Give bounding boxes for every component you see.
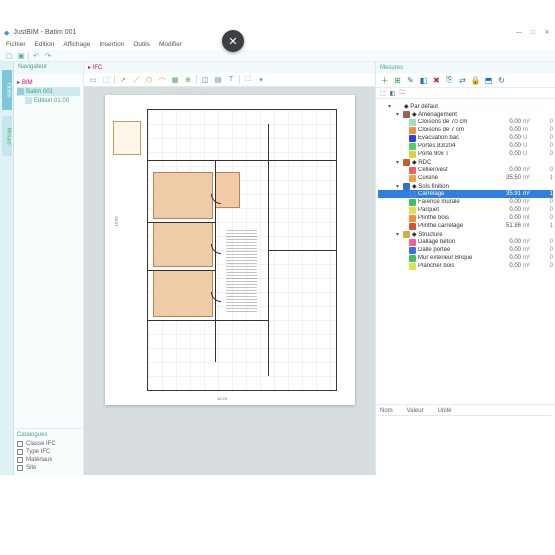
menubar: Fichier Edition Affichage Insertion Outi…: [0, 39, 555, 50]
canvas-viewport[interactable]: 10.90 12.70: [84, 87, 375, 475]
results-toolbar: ＋ ⊞ ✎ ◧ ✖ ⎘ ⇄ 🔒 ⬒ ↻: [376, 73, 555, 88]
tree-row[interactable]: Cloisons de 7 cm0.00m0: [378, 126, 553, 134]
overlay-close-button[interactable]: ✕: [222, 30, 244, 52]
tree-row[interactable]: Dallage béton0.00m²0: [378, 238, 553, 246]
tree-row[interactable]: Faïence murale0.00m²0: [378, 198, 553, 206]
catalog-row[interactable]: Matériaux: [17, 456, 80, 464]
tool-pan-icon[interactable]: ⬚: [101, 75, 111, 85]
tree-row[interactable]: Plancher bois0.00m²0: [378, 262, 553, 270]
rtool-addfolder-icon[interactable]: ⊞: [392, 75, 403, 86]
tree-row[interactable]: ▾◆ Sols finition: [378, 182, 553, 190]
minimize-button[interactable]: —: [515, 29, 523, 37]
tool-text-icon[interactable]: T: [226, 75, 236, 85]
catalog-row[interactable]: Type IFC: [17, 448, 80, 456]
tool-new-icon[interactable]: ▢: [4, 51, 14, 61]
catalog-row[interactable]: Classe IFC: [17, 440, 80, 448]
tree-row[interactable]: Cellier/vest0.00m²0: [378, 166, 553, 174]
tree-row[interactable]: ▾◆ Structure: [378, 230, 553, 238]
sidetab-mesure[interactable]: Mesure: [2, 116, 12, 156]
navigator-panel: Navigateur ▸ BIM Batim 001 Edition 01.00…: [14, 62, 84, 475]
tree-row[interactable]: ▾◆ Par défaut: [378, 102, 553, 110]
results-title: Mesures: [380, 65, 403, 71]
tool-dropdown-icon[interactable]: ▾: [256, 75, 266, 85]
drawing-toolbar: ▭ ⬚ ↗ ／ ⬡ ◠ ▦ ⊕ ◫ ▤ T ⛶ ▾: [84, 73, 375, 87]
doc-tab[interactable]: ▸ IFC: [88, 64, 102, 71]
tool-line-icon[interactable]: ／: [131, 75, 141, 85]
maximize-button[interactable]: □: [529, 29, 537, 37]
tool-poly-icon[interactable]: ⬡: [144, 75, 154, 85]
plan-legend: [113, 121, 141, 155]
rtab-1[interactable]: ⬚: [380, 90, 386, 97]
properties-panel: Nom Valeur Unité: [376, 405, 555, 475]
nav-item-edition[interactable]: Edition 01.00: [17, 96, 80, 105]
navigator-title: Navigateur: [14, 62, 83, 74]
tree-row[interactable]: Porte 90x T0.00U0: [378, 150, 553, 158]
menu-edition[interactable]: Edition: [35, 41, 55, 48]
tool-undo-icon[interactable]: ↶: [31, 51, 41, 61]
side-tabstrip: Objets Mesure: [0, 62, 14, 475]
tree-row[interactable]: Dalle portée0.00m²0: [378, 246, 553, 254]
titlebar: ◆ JustBIM - Batim 001 — □ ✕: [0, 26, 555, 39]
menu-outils[interactable]: Outils: [133, 41, 150, 48]
tree-row[interactable]: Cloisons de 70 cm0.00m²0: [378, 118, 553, 126]
sidetab-objets[interactable]: Objets: [2, 70, 12, 110]
tree-row[interactable]: Plinthe bois0.00ml0: [378, 214, 553, 222]
drawing-area: ▸ IFC ▭ ⬚ ↗ ／ ⬡ ◠ ▦ ⊕ ◫ ▤ T ⛶ ▾: [84, 62, 375, 475]
application-window: ◆ JustBIM - Batim 001 — □ ✕ Fichier Edit…: [0, 26, 555, 475]
tree-row[interactable]: Evacuation bac0.00U0: [378, 134, 553, 142]
results-panel: Mesures ＋ ⊞ ✎ ◧ ✖ ⎘ ⇄ 🔒 ⬒ ↻ ⬚ ◧ 🗀 ▾◆ Par…: [375, 62, 555, 475]
menu-insertion[interactable]: Insertion: [99, 41, 124, 48]
tool-redo-icon[interactable]: ↷: [43, 51, 53, 61]
catalogues-panel: Catalogues Classe IFC Type IFC Matériaux…: [14, 428, 83, 475]
rtool-refresh-icon[interactable]: ↻: [496, 75, 507, 86]
rtab-2[interactable]: ◧: [390, 90, 396, 97]
rtool-export-icon[interactable]: ⬒: [483, 75, 494, 86]
tree-row[interactable]: Cuisine35.50m²1: [378, 174, 553, 182]
rtool-copy-icon[interactable]: ⎘: [444, 75, 455, 86]
tree-row[interactable]: Parquet0.00m²0: [378, 206, 553, 214]
floorplan-page: 10.90 12.70: [105, 95, 355, 405]
rtool-lock-icon[interactable]: 🔒: [470, 75, 481, 86]
tree-row[interactable]: Mur extérieur Brique0.00m²0: [378, 254, 553, 262]
tool-count-icon[interactable]: ⊕: [183, 75, 193, 85]
app-icon: ◆: [4, 29, 9, 37]
window-title: JustBIM - Batim 001: [13, 29, 76, 36]
catalog-row[interactable]: Site: [17, 464, 80, 472]
close-button[interactable]: ✕: [543, 29, 551, 37]
rtool-add-icon[interactable]: ＋: [379, 75, 390, 86]
menu-modifier[interactable]: Modifier: [159, 41, 182, 48]
tool-measure-icon[interactable]: ↗: [118, 75, 128, 85]
tool-zoomfit-icon[interactable]: ⛶: [243, 75, 253, 85]
rtool-delete-icon[interactable]: ✖: [431, 75, 442, 86]
nav-item-project[interactable]: Batim 001: [17, 87, 80, 96]
tool-arc-icon[interactable]: ◠: [157, 75, 167, 85]
tool-select-icon[interactable]: ▭: [88, 75, 98, 85]
nav-tab-bim[interactable]: ▸ BIM: [17, 78, 80, 87]
main-toolbar: ▢ ▣ ↶ ↷: [0, 50, 555, 62]
rtab-3[interactable]: 🗀: [399, 88, 405, 98]
tool-layer-icon[interactable]: ◫: [200, 75, 210, 85]
tree-row[interactable]: ▾◆ RDC: [378, 158, 553, 166]
tool-open-icon[interactable]: ▣: [16, 51, 26, 61]
menu-fichier[interactable]: Fichier: [6, 41, 26, 48]
tool-grid-icon[interactable]: ▤: [213, 75, 223, 85]
results-tree: ▾◆ Par défaut▾◆ AménagementCloisons de 7…: [376, 99, 555, 405]
tree-row[interactable]: ▾◆ Aménagement: [378, 110, 553, 118]
rtool-color-icon[interactable]: ◧: [418, 75, 429, 86]
rtool-edit-icon[interactable]: ✎: [405, 75, 416, 86]
tool-area-icon[interactable]: ▦: [170, 75, 180, 85]
tree-row[interactable]: Carrelage35.91m²1: [378, 190, 553, 198]
rtool-move-icon[interactable]: ⇄: [457, 75, 468, 86]
tree-row[interactable]: Plinthe carrelage51.86ml1: [378, 222, 553, 230]
tree-row[interactable]: Portes 83/2040.00U0: [378, 142, 553, 150]
menu-affichage[interactable]: Affichage: [63, 41, 90, 48]
